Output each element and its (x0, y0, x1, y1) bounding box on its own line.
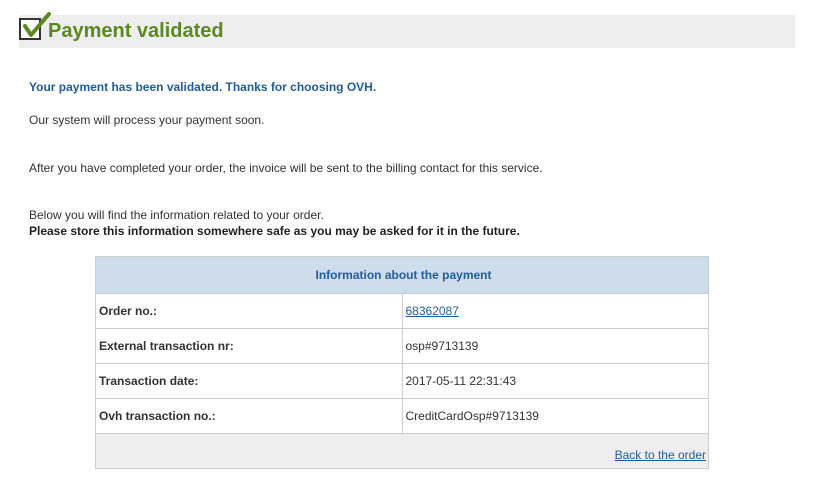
ovh-transaction-label: Ovh transaction no.: (95, 398, 403, 434)
table-header-row: Information about the payment (95, 256, 709, 294)
transaction-date-label: Transaction date: (95, 363, 403, 399)
store-info-warning: Please store this information somewhere … (29, 224, 520, 238)
process-message: Our system will process your payment soo… (29, 113, 265, 127)
table-footer-row: Back to the order (95, 433, 709, 469)
payment-page: Payment validated Your payment has been … (0, 0, 833, 489)
table-row: Ovh transaction no.: CreditCardOsp#97131… (95, 398, 709, 434)
table-heading: Information about the payment (95, 256, 709, 294)
invoice-message: After you have completed your order, the… (29, 161, 543, 175)
back-to-order-link[interactable]: Back to the order (615, 448, 706, 462)
payment-info-table: Information about the payment Order no.:… (95, 256, 709, 469)
page-title: Payment validated (48, 20, 224, 42)
table-footer: Back to the order (95, 433, 709, 469)
order-number-link[interactable]: 68362087 (406, 304, 459, 318)
order-number-label: Order no.: (95, 293, 403, 329)
table-row: Order no.: 68362087 (95, 293, 709, 329)
order-number-cell: 68362087 (401, 293, 709, 329)
info-intro-message: Below you will find the information rela… (29, 208, 324, 222)
checkmark-icon (19, 12, 51, 40)
transaction-date-value: 2017-05-11 22:31:43 (401, 363, 709, 399)
title-bar: Payment validated (19, 12, 795, 48)
external-transaction-value: osp#9713139 (401, 328, 709, 364)
table-row: Transaction date: 2017-05-11 22:31:43 (95, 363, 709, 399)
validated-message: Your payment has been validated. Thanks … (29, 80, 377, 94)
ovh-transaction-value: CreditCardOsp#9713139 (401, 398, 709, 434)
table-row: External transaction nr: osp#9713139 (95, 328, 709, 364)
external-transaction-label: External transaction nr: (95, 328, 403, 364)
